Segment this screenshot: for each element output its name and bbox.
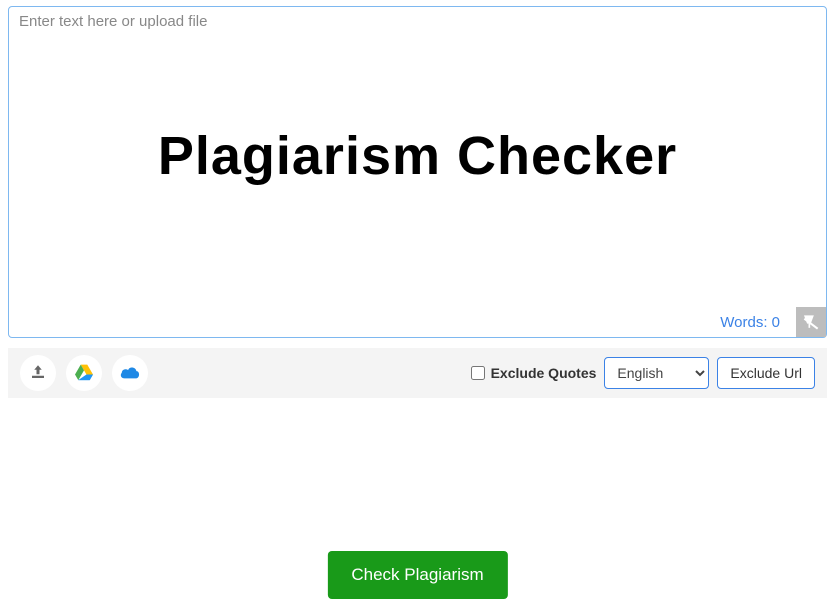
language-select[interactable]: English bbox=[604, 357, 709, 389]
cloud-upload-button[interactable] bbox=[112, 355, 148, 391]
google-drive-icon bbox=[74, 363, 94, 384]
google-drive-button[interactable] bbox=[66, 355, 102, 391]
toolbar-left bbox=[20, 355, 148, 391]
toolbar: Exclude Quotes English Exclude Url bbox=[8, 348, 827, 398]
cloud-icon bbox=[119, 364, 141, 383]
check-plagiarism-button[interactable]: Check Plagiarism bbox=[327, 551, 507, 599]
clear-text-icon[interactable] bbox=[796, 307, 826, 337]
exclude-quotes-checkbox[interactable] bbox=[471, 366, 485, 380]
page-title: Plagiarism Checker bbox=[9, 125, 826, 187]
text-editor-container: Enter text here or upload file Plagiaris… bbox=[8, 6, 827, 338]
upload-file-button[interactable] bbox=[20, 355, 56, 391]
toolbar-right: Exclude Quotes English Exclude Url bbox=[471, 357, 815, 389]
upload-icon bbox=[29, 363, 47, 384]
word-count-label: Words: 0 bbox=[720, 314, 780, 331]
exclude-quotes-wrap: Exclude Quotes bbox=[471, 365, 597, 381]
exclude-url-button[interactable]: Exclude Url bbox=[717, 357, 815, 389]
exclude-quotes-label: Exclude Quotes bbox=[491, 365, 597, 381]
